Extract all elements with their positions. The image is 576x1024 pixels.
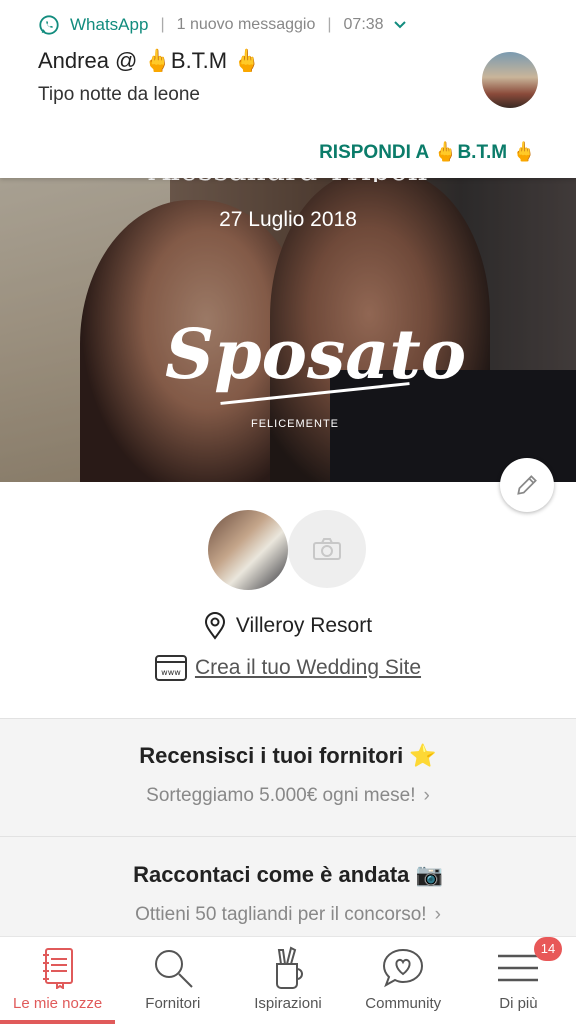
location-pin-icon <box>204 612 225 640</box>
couple-photo-thumbnail[interactable] <box>208 510 288 590</box>
pencil-cup-icon <box>276 946 303 989</box>
add-photo-button[interactable] <box>288 510 366 588</box>
contact-avatar <box>482 52 538 108</box>
wedding-site-link[interactable]: www Crea il tuo Wedding Site <box>0 655 576 681</box>
notification-count-badge: 14 <box>534 937 563 961</box>
notification-app-name: WhatsApp <box>70 15 149 34</box>
nav-label: Le mie nozze <box>12 995 103 1012</box>
review-suppliers-card[interactable]: Recensisci i tuoi fornitori ⭐ Sorteggiam… <box>0 719 576 837</box>
chevron-down-icon[interactable] <box>392 17 408 33</box>
chevron-right-icon: › <box>423 785 430 806</box>
card-subtitle: Ottieni 50 tagliandi per il concorso! › <box>135 904 441 925</box>
chevron-right-icon: › <box>434 904 441 925</box>
hero-cover-photo: Alessandra Tripoli 27 Luglio 2018 Sposat… <box>0 160 576 482</box>
separator: | <box>160 16 165 33</box>
notification-title: Andrea @ 🖕B.T.M 🖕 <box>38 48 261 73</box>
heart-chat-icon <box>383 948 424 988</box>
card-subtitle: Sorteggiamo 5.000€ ogni mese! › <box>146 785 430 806</box>
wedding-site-label: Crea il tuo Wedding Site <box>194 656 422 679</box>
nav-community[interactable]: Community <box>346 937 461 1024</box>
action-cards: Recensisci i tuoi fornitori ⭐ Sorteggiam… <box>0 718 576 936</box>
nav-label: Di più <box>499 995 538 1012</box>
sposato-badge-subtitle: FELICEMENTE <box>250 418 339 430</box>
nav-label: Ispirazioni <box>254 995 322 1012</box>
search-icon <box>154 950 193 988</box>
edit-cover-button[interactable] <box>500 458 554 512</box>
venue-row[interactable]: Villeroy Resort <box>0 612 576 640</box>
notification-body: Tipo notte da leone <box>38 84 200 105</box>
card-title: Recensisci i tuoi fornitori ⭐ <box>139 743 437 768</box>
nav-le-mie-nozze[interactable]: Le mie nozze <box>0 937 116 1024</box>
whatsapp-notification[interactable]: WhatsApp | 1 nuovo messaggio | 07:38 And… <box>0 0 576 178</box>
notification-time: 07:38 <box>343 16 384 33</box>
pencil-icon <box>517 475 537 495</box>
card-title: Raccontaci come è andata 📷 <box>133 862 443 887</box>
nav-ispirazioni[interactable]: Ispirazioni <box>230 937 345 1024</box>
reply-action-button[interactable]: RISPONDI A 🖕B.T.M 🖕 <box>319 140 536 164</box>
nav-label: Fornitori <box>145 995 201 1012</box>
menu-icon <box>498 954 539 982</box>
nav-label: Community <box>365 995 442 1012</box>
bottom-navigation: Le mie nozze Fornitori Ispirazioni Commu… <box>0 936 576 1024</box>
svg-text:www: www <box>161 668 181 677</box>
browser-www-icon: www <box>154 655 187 681</box>
wedding-date: 27 Luglio 2018 <box>219 208 357 231</box>
notification-summary: 1 nuovo messaggio <box>176 16 316 33</box>
separator: | <box>327 16 332 33</box>
notification-header: WhatsApp | 1 nuovo messaggio | 07:38 <box>38 14 408 36</box>
venue-name: Villeroy Resort <box>235 614 373 637</box>
whatsapp-icon <box>39 15 59 35</box>
nav-fornitori[interactable]: Fornitori <box>115 937 230 1024</box>
camera-icon <box>313 538 341 560</box>
sposato-badge: Sposato FELICEMENTE <box>165 310 466 440</box>
nav-di-piu[interactable]: Di più 14 <box>461 937 576 1024</box>
notebook-icon <box>42 948 73 989</box>
